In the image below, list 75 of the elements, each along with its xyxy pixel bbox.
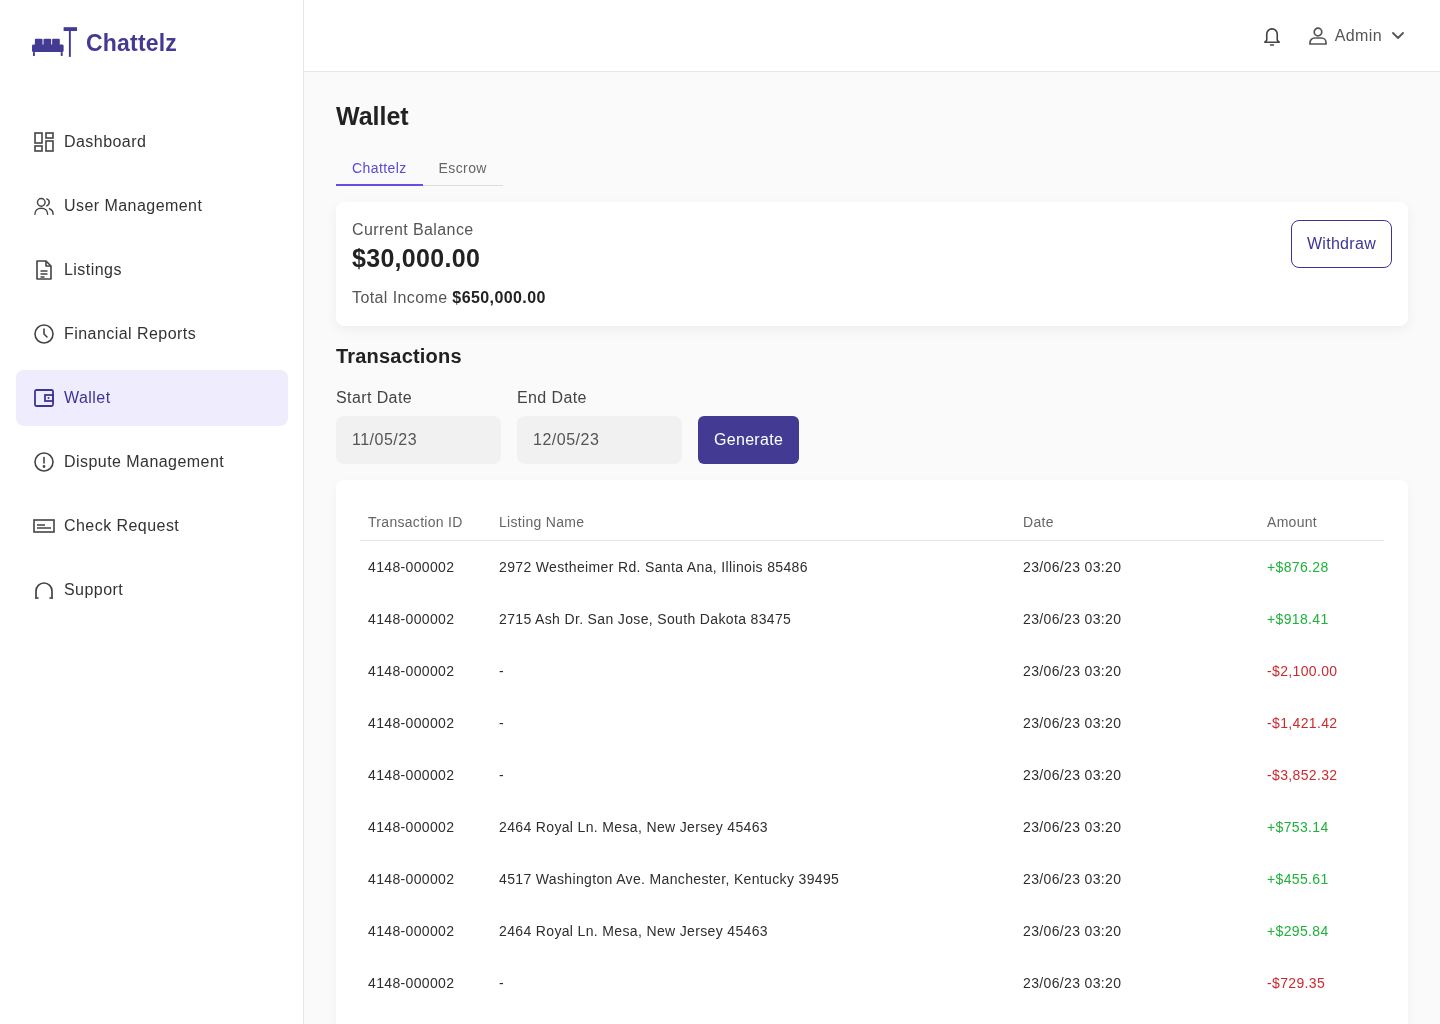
date-field[interactable]: 12/05/23 <box>517 416 682 464</box>
table-cell-text: 4517 Washington Ave. Manchester, Kentucky 39495 <box>498 870 841 889</box>
users-icon <box>34 196 54 216</box>
table-cell-text: 23/06/23 03:20 <box>1022 662 1123 681</box>
table-cell-text: 23/06/23 03:20 <box>1022 610 1123 629</box>
bell-icon[interactable] <box>1262 25 1281 46</box>
chevron-down-icon <box>1392 32 1404 39</box>
table-cell-text: 4148-000002 <box>367 818 456 837</box>
check-card-icon <box>33 519 55 533</box>
table-cell-text: 23/06/23 03:20 <box>1022 558 1123 577</box>
sidebar-item[interactable]: Dispute Management <box>16 434 288 490</box>
dashboard-grid-icon <box>34 132 54 152</box>
tab[interactable]: Escrow <box>422 150 503 186</box>
table-cell-text: 2972 Westheimer Rd. Santa Ana, Illinois 85486 <box>498 558 809 577</box>
table-cell-text: 23/06/23 03:20 <box>1022 818 1123 837</box>
amount-cell-text: +$753.14 <box>1266 818 1330 837</box>
table-cell-text: 4148-000002 <box>367 558 456 577</box>
person-icon <box>1308 26 1327 45</box>
headset-icon <box>34 580 54 600</box>
table-cell-text: - <box>498 974 505 993</box>
table-cell-text: 2715 Ash Dr. San Jose, South Dakota 83475 <box>498 610 793 629</box>
table-cell-text: 2464 Royal Ln. Mesa, New Jersey 45463 <box>498 922 769 941</box>
table-cell-text: 4148-000002 <box>367 922 456 941</box>
generate-button[interactable]: Generate <box>698 416 800 464</box>
sidebar-item[interactable]: Wallet <box>16 370 288 426</box>
sidebar-item[interactable]: Financial Reports <box>16 306 288 362</box>
amount-cell-text: +$455.61 <box>1266 870 1330 889</box>
amount-cell-text: -$2,100.00 <box>1266 662 1339 681</box>
sidebar-item[interactable]: Support <box>16 562 288 618</box>
amount-cell-text: -$729.35 <box>1266 974 1327 993</box>
table-cell-text: 4148-000002 <box>367 610 456 629</box>
page-title: Wallet <box>336 101 409 132</box>
amount-cell-text: +$918.41 <box>1266 610 1330 629</box>
table-cell-text: 4148-000002 <box>367 766 456 785</box>
table-cell-text: 23/06/23 03:20 <box>1022 766 1123 785</box>
balance-label: Current Balance <box>352 220 475 240</box>
amount-cell-text: -$1,421.42 <box>1266 714 1339 733</box>
clock-icon <box>34 324 54 344</box>
column-header: Listing Name <box>498 513 586 532</box>
table-cell-text: 23/06/23 03:20 <box>1022 870 1123 889</box>
table-cell-text: 23/06/23 03:20 <box>1022 974 1123 993</box>
table-cell-text: - <box>498 766 505 785</box>
field-label: End Date <box>517 388 588 408</box>
user-menu-button[interactable]: Admin <box>1308 26 1404 45</box>
table-cell-text: 4148-000002 <box>367 870 456 889</box>
alert-circle-icon <box>34 452 54 472</box>
section-title: Transactions <box>336 344 462 369</box>
sidebar-item[interactable]: User Management <box>16 178 288 234</box>
sidebar-item[interactable]: Listings <box>16 242 288 298</box>
table-cell-text: - <box>498 714 505 733</box>
table-cell-text: 4148-000002 <box>367 974 456 993</box>
date-field[interactable]: 11/05/23 <box>336 416 501 464</box>
amount-cell-text: -$3,852.32 <box>1266 766 1339 785</box>
amount-cell-text: +$295.84 <box>1266 922 1330 941</box>
field-label: Start Date <box>336 388 414 408</box>
table-cell-text: 23/06/23 03:20 <box>1022 714 1123 733</box>
sidebar-item[interactable]: Dashboard <box>16 114 288 170</box>
column-header: Date <box>1022 513 1055 532</box>
column-header: Amount <box>1266 513 1319 532</box>
sidebar-item[interactable]: Check Request <box>16 498 288 554</box>
balance-amount: $30,000.00 <box>352 243 482 274</box>
table-cell-text: - <box>498 662 505 681</box>
document-icon <box>36 260 52 280</box>
table-cell-text: 4148-000002 <box>367 714 456 733</box>
total-income-text: Total Income $650,000.00 <box>352 288 546 308</box>
tab[interactable]: Chattelz <box>336 150 423 186</box>
brand-name: Chattelz <box>86 29 178 57</box>
column-header: Transaction ID <box>367 513 464 532</box>
wallet-icon <box>34 388 54 408</box>
table-cell-text: 2464 Royal Ln. Mesa, New Jersey 45463 <box>498 818 769 837</box>
table-cell-text: 23/06/23 03:20 <box>1022 922 1123 941</box>
withdraw-button[interactable]: Withdraw <box>1290 220 1392 268</box>
amount-cell-text: +$876.28 <box>1266 558 1330 577</box>
table-cell-text: 4148-000002 <box>367 662 456 681</box>
sofa-lamp-logo-icon <box>32 27 78 59</box>
